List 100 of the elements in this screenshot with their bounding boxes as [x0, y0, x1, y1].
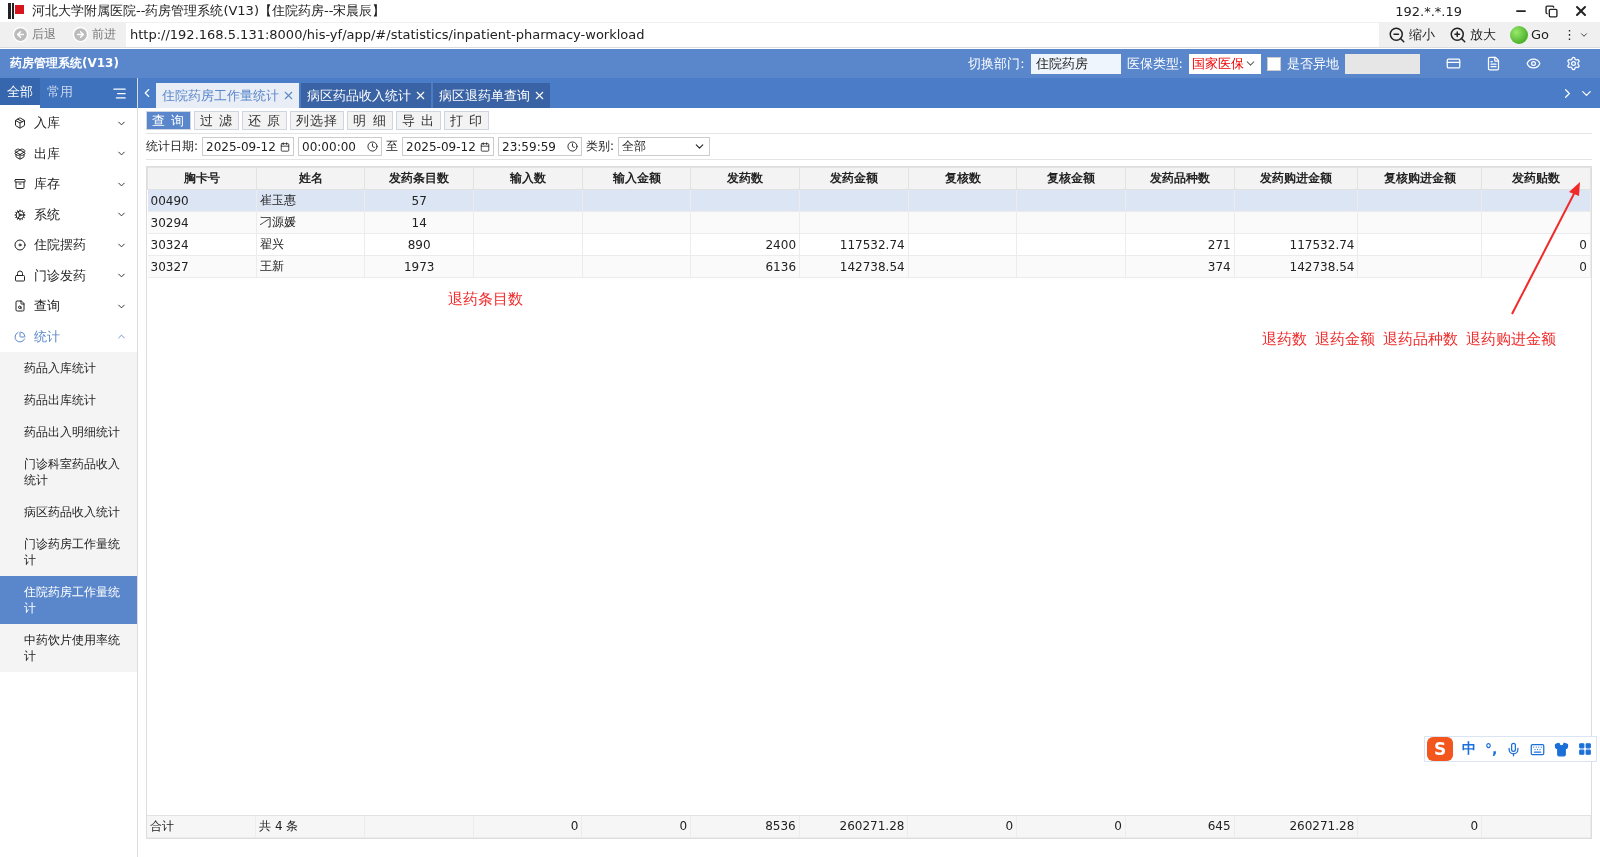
zoom-out-button[interactable]: 缩小 — [1382, 25, 1440, 44]
menu-icon[interactable] — [112, 85, 127, 101]
column-header[interactable]: 胸卡号 — [147, 167, 257, 190]
column-header[interactable]: 输入数 — [473, 167, 583, 190]
column-header[interactable]: 发药金额 — [799, 167, 909, 190]
end-time-field[interactable]: 23:59:59 — [498, 137, 583, 156]
grid-icon[interactable] — [1578, 742, 1593, 756]
to-label: 至 — [386, 138, 399, 155]
page-tab[interactable]: 病区药品收入统计 — [301, 83, 431, 108]
column-header[interactable]: 姓名 — [256, 167, 365, 190]
toolbar-button[interactable]: 打 印 — [443, 111, 489, 130]
sidebar-subitem[interactable]: 门诊药房工作量统计 — [0, 528, 137, 576]
table-cell: 翟兴 — [259, 237, 284, 251]
ip-address: 192.*.*.19 — [1395, 3, 1462, 19]
table-cell: 117532.74 — [1289, 237, 1355, 252]
toolbar-button[interactable]: 过 滤 — [194, 111, 240, 130]
menu-item-icon — [14, 117, 26, 130]
table-cell: 30294 — [150, 215, 189, 230]
table-cell: 117532.74 — [839, 237, 905, 252]
table-row[interactable]: 30294 刁源媛 14 — [147, 211, 1591, 234]
insurance-select[interactable]: 国家医保 — [1189, 53, 1261, 74]
menu-item-icon — [14, 208, 26, 221]
column-header[interactable]: 发药品种数 — [1125, 167, 1235, 190]
table-row[interactable]: 00490 崔玉惠 57 — [147, 189, 1591, 212]
window-title: 河北大学附属医院--药房管理系统(V13)【住院药房--宋晨辰】 — [32, 2, 387, 20]
table-row[interactable]: 30327 王新 1973 6136 142738.54 374 142738.54 0 — [147, 255, 1591, 278]
total-cell: 8536 — [765, 819, 796, 834]
card-icon[interactable] — [1445, 56, 1461, 71]
sidebar-item[interactable]: 库存 — [34, 175, 108, 194]
toolbar-button[interactable]: 导 出 — [395, 111, 441, 130]
dept-label: 切换部门: — [968, 54, 1025, 73]
sidebar-subitem[interactable]: 住院药房工作量统计 — [0, 576, 137, 624]
start-time-field[interactable]: 00:00:00 — [298, 137, 383, 156]
go-button[interactable]: Go — [1504, 25, 1554, 44]
sidebar-item[interactable]: 查询 — [34, 297, 108, 316]
column-header[interactable]: 发药贴数 — [1481, 167, 1591, 190]
category-select[interactable]: 全部 — [618, 137, 711, 156]
table-cell: 30324 — [150, 237, 189, 252]
url-field[interactable]: http://192.168.5.131:8000/his-yf/app/#/statistics/inpatient-pharmacy-workload — [126, 22, 1379, 47]
zoom-out-icon — [1387, 25, 1406, 44]
toolbar-button[interactable]: 列选择 — [290, 111, 345, 130]
toolbar-button[interactable]: 明 细 — [347, 111, 393, 130]
table-cell: 57 — [411, 193, 427, 208]
dept-field[interactable]: 住院药房 — [1030, 53, 1121, 74]
column-header[interactable]: 发药数 — [690, 167, 800, 190]
menu-item-icon — [14, 330, 26, 343]
back-button[interactable]: 后退 — [6, 26, 62, 43]
go-orb-icon — [1509, 25, 1528, 44]
sidebar-item[interactable]: 入库 — [34, 114, 108, 133]
table-cell: 30327 — [150, 259, 189, 274]
sidebar-item[interactable]: 出库 — [34, 144, 108, 163]
total-cell: 260271.28 — [1289, 819, 1355, 834]
page-tab[interactable]: 病区退药单查询 — [433, 83, 550, 108]
start-date-field[interactable]: 2025-09-12 — [202, 137, 295, 156]
table-cell: 1973 — [403, 259, 435, 274]
annotation-text: 退药品种数 — [1383, 330, 1458, 349]
column-header[interactable]: 发药购进金额 — [1234, 167, 1358, 190]
menu-item-icon — [14, 239, 26, 252]
calendar-icon — [480, 141, 491, 152]
zoom-in-button[interactable]: 放大 — [1443, 25, 1501, 44]
sidebar-item[interactable]: 系统 — [34, 205, 108, 224]
sidebar-subitem[interactable]: 门诊科室药品收入统计 — [0, 448, 137, 496]
eye-icon[interactable] — [1525, 56, 1541, 71]
sidebar-subitem[interactable]: 中药饮片使用率统计 — [0, 624, 137, 672]
total-cell: 0 — [1114, 819, 1122, 834]
microphone-icon[interactable] — [1506, 741, 1522, 757]
document-icon[interactable] — [1485, 56, 1501, 71]
table-cell: 271 — [1207, 237, 1231, 252]
settings-icon[interactable] — [1565, 56, 1581, 71]
clock-icon — [367, 141, 379, 152]
sidebar-subitem[interactable]: 药品出入明细统计 — [0, 416, 137, 448]
remote-checkbox[interactable] — [1267, 56, 1281, 71]
sidebar-subitem[interactable]: 病区药品收入统计 — [0, 496, 137, 528]
toolbar-button[interactable]: 查 询 — [146, 111, 192, 130]
shirt-icon[interactable] — [1554, 741, 1570, 757]
more-button[interactable]: ⋮ — [1558, 27, 1594, 42]
app-logo-icon — [8, 3, 24, 19]
table-row[interactable]: 30324 翟兴 890 2400 117532.74 271 117532.74 0 — [147, 233, 1591, 256]
column-header[interactable]: 复核金额 — [1016, 167, 1126, 190]
sidebar-subitem[interactable]: 药品入库统计 — [0, 352, 137, 384]
sidebar-item[interactable]: 门诊发药 — [34, 266, 108, 285]
remote-field[interactable] — [1345, 53, 1420, 74]
ime-mode-button[interactable]: 中 — [1462, 740, 1476, 758]
total-cell: 0 — [570, 819, 579, 834]
column-header[interactable]: 复核数 — [908, 167, 1017, 190]
ime-punctuation-button[interactable]: °, — [1485, 741, 1498, 757]
total-cell: 共 4 条 — [259, 818, 299, 833]
column-header[interactable]: 输入金额 — [582, 167, 691, 190]
table-cell: 王新 — [259, 259, 284, 273]
sidebar-subitem[interactable]: 药品出库统计 — [0, 384, 137, 416]
column-header[interactable]: 复核购进金额 — [1358, 167, 1482, 190]
sidebar-item[interactable]: 住院摆药 — [34, 236, 108, 255]
sidebar-tab[interactable]: 全部 — [0, 78, 40, 108]
category-label: 类别: — [586, 138, 615, 155]
sidebar-item[interactable]: 统计 — [34, 327, 108, 346]
forward-button[interactable]: 前进 — [66, 26, 122, 43]
keyboard-icon[interactable] — [1530, 741, 1546, 757]
toolbar-button[interactable]: 还 原 — [242, 111, 288, 130]
column-header[interactable]: 发药条目数 — [364, 167, 474, 190]
end-date-field[interactable]: 2025-09-12 — [402, 137, 495, 156]
